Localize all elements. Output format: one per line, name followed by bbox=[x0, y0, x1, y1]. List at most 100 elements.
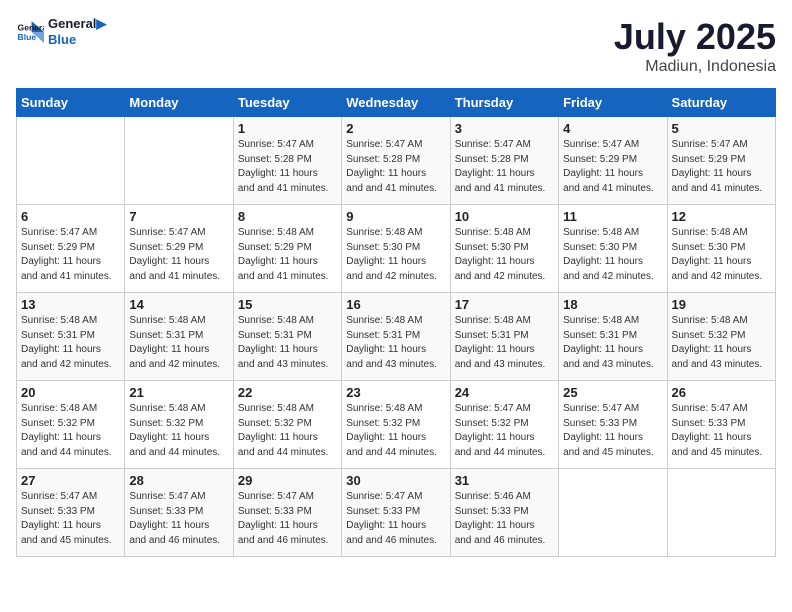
day-info: Sunrise: 5:47 AMSunset: 5:33 PMDaylight:… bbox=[672, 402, 771, 460]
calendar-cell: 6 Sunrise: 5:47 AMSunset: 5:29 PMDaylight… bbox=[17, 205, 125, 293]
calendar-cell: 5 Sunrise: 5:47 AMSunset: 5:29 PMDaylight… bbox=[667, 117, 775, 205]
weekday-header-wednesday: Wednesday bbox=[342, 89, 450, 117]
day-number: 21 bbox=[129, 385, 228, 400]
calendar-cell: 28 Sunrise: 5:47 AMSunset: 5:33 PMDayligh… bbox=[125, 469, 233, 557]
calendar-cell: 20 Sunrise: 5:48 AMSunset: 5:32 PMDayligh… bbox=[17, 381, 125, 469]
calendar-cell: 2 Sunrise: 5:47 AMSunset: 5:28 PMDaylight… bbox=[342, 117, 450, 205]
day-info: Sunrise: 5:47 AMSunset: 5:33 PMDaylight:… bbox=[563, 402, 662, 460]
day-number: 22 bbox=[238, 385, 337, 400]
day-number: 15 bbox=[238, 297, 337, 312]
day-info: Sunrise: 5:47 AMSunset: 5:29 PMDaylight:… bbox=[21, 226, 120, 284]
weekday-header-monday: Monday bbox=[125, 89, 233, 117]
svg-text:Blue: Blue bbox=[18, 31, 37, 41]
calendar-cell: 30 Sunrise: 5:47 AMSunset: 5:33 PMDayligh… bbox=[342, 469, 450, 557]
day-number: 29 bbox=[238, 473, 337, 488]
day-number: 1 bbox=[238, 121, 337, 136]
calendar-cell: 14 Sunrise: 5:48 AMSunset: 5:31 PMDayligh… bbox=[125, 293, 233, 381]
day-info: Sunrise: 5:48 AMSunset: 5:29 PMDaylight:… bbox=[238, 226, 337, 284]
day-info: Sunrise: 5:48 AMSunset: 5:30 PMDaylight:… bbox=[455, 226, 554, 284]
calendar-cell: 18Sunrise: 5:48 AMSunset: 5:31 PMDayligh… bbox=[559, 293, 667, 381]
calendar-table: SundayMondayTuesdayWednesdayThursdayFrid… bbox=[16, 88, 776, 557]
calendar-cell bbox=[17, 117, 125, 205]
calendar-cell: 22 Sunrise: 5:48 AMSunset: 5:32 PMDayligh… bbox=[233, 381, 341, 469]
day-number: 9 bbox=[346, 209, 445, 224]
calendar-cell: 13 Sunrise: 5:48 AMSunset: 5:31 PMDayligh… bbox=[17, 293, 125, 381]
calendar-cell: 19 Sunrise: 5:48 AMSunset: 5:32 PMDayligh… bbox=[667, 293, 775, 381]
day-number: 14 bbox=[129, 297, 228, 312]
day-info: Sunrise: 5:48 AMSunset: 5:31 PMDaylight:… bbox=[129, 314, 228, 372]
calendar-cell: 24Sunrise: 5:47 AMSunset: 5:32 PMDayligh… bbox=[450, 381, 558, 469]
day-info: Sunrise: 5:48 AMSunset: 5:31 PMDaylight:… bbox=[346, 314, 445, 372]
calendar-cell: 31Sunrise: 5:46 AMSunset: 5:33 PMDayligh… bbox=[450, 469, 558, 557]
day-info: Sunrise: 5:47 AMSunset: 5:28 PMDaylight:… bbox=[455, 138, 554, 196]
calendar-cell bbox=[559, 469, 667, 557]
day-number: 25 bbox=[563, 385, 662, 400]
calendar-cell: 26 Sunrise: 5:47 AMSunset: 5:33 PMDayligh… bbox=[667, 381, 775, 469]
calendar-cell: 16 Sunrise: 5:48 AMSunset: 5:31 PMDayligh… bbox=[342, 293, 450, 381]
calendar-cell: 23 Sunrise: 5:48 AMSunset: 5:32 PMDayligh… bbox=[342, 381, 450, 469]
day-number: 24 bbox=[455, 385, 554, 400]
calendar-cell: 25 Sunrise: 5:47 AMSunset: 5:33 PMDayligh… bbox=[559, 381, 667, 469]
day-info: Sunrise: 5:46 AMSunset: 5:33 PMDaylight:… bbox=[455, 490, 554, 548]
calendar-cell: 1 Sunrise: 5:47 AMSunset: 5:28 PMDaylight… bbox=[233, 117, 341, 205]
logo-icon: General Blue bbox=[16, 18, 44, 46]
page-header: General Blue General▶ Blue July 2025 Mad… bbox=[16, 16, 776, 76]
calendar-cell: 11Sunrise: 5:48 AMSunset: 5:30 PMDayligh… bbox=[559, 205, 667, 293]
weekday-header-sunday: Sunday bbox=[17, 89, 125, 117]
day-number: 2 bbox=[346, 121, 445, 136]
calendar-cell: 8 Sunrise: 5:48 AMSunset: 5:29 PMDaylight… bbox=[233, 205, 341, 293]
day-number: 28 bbox=[129, 473, 228, 488]
weekday-header-friday: Friday bbox=[559, 89, 667, 117]
day-info: Sunrise: 5:48 AMSunset: 5:31 PMDaylight:… bbox=[21, 314, 120, 372]
day-info: Sunrise: 5:47 AMSunset: 5:28 PMDaylight:… bbox=[238, 138, 337, 196]
calendar-cell bbox=[125, 117, 233, 205]
day-number: 8 bbox=[238, 209, 337, 224]
day-info: Sunrise: 5:47 AMSunset: 5:29 PMDaylight:… bbox=[563, 138, 662, 196]
calendar-cell bbox=[667, 469, 775, 557]
day-info: Sunrise: 5:47 AMSunset: 5:28 PMDaylight:… bbox=[346, 138, 445, 196]
day-number: 4 bbox=[563, 121, 662, 136]
day-number: 23 bbox=[346, 385, 445, 400]
calendar-cell: 21 Sunrise: 5:48 AMSunset: 5:32 PMDayligh… bbox=[125, 381, 233, 469]
svg-text:General: General bbox=[18, 22, 44, 32]
day-info: Sunrise: 5:48 AMSunset: 5:32 PMDaylight:… bbox=[21, 402, 120, 460]
day-info: Sunrise: 5:47 AMSunset: 5:29 PMDaylight:… bbox=[129, 226, 228, 284]
day-number: 13 bbox=[21, 297, 120, 312]
day-number: 5 bbox=[672, 121, 771, 136]
day-info: Sunrise: 5:48 AMSunset: 5:32 PMDaylight:… bbox=[129, 402, 228, 460]
day-number: 19 bbox=[672, 297, 771, 312]
day-info: Sunrise: 5:47 AMSunset: 5:29 PMDaylight:… bbox=[672, 138, 771, 196]
calendar-cell: 29 Sunrise: 5:47 AMSunset: 5:33 PMDayligh… bbox=[233, 469, 341, 557]
day-info: Sunrise: 5:48 AMSunset: 5:31 PMDaylight:… bbox=[455, 314, 554, 372]
day-number: 6 bbox=[21, 209, 120, 224]
day-number: 17 bbox=[455, 297, 554, 312]
day-info: Sunrise: 5:47 AMSunset: 5:33 PMDaylight:… bbox=[21, 490, 120, 548]
weekday-header-saturday: Saturday bbox=[667, 89, 775, 117]
day-number: 10 bbox=[455, 209, 554, 224]
calendar-cell: 10 Sunrise: 5:48 AMSunset: 5:30 PMDayligh… bbox=[450, 205, 558, 293]
day-info: Sunrise: 5:48 AMSunset: 5:30 PMDaylight:… bbox=[346, 226, 445, 284]
day-number: 30 bbox=[346, 473, 445, 488]
day-number: 20 bbox=[21, 385, 120, 400]
day-info: Sunrise: 5:48 AMSunset: 5:30 PMDaylight:… bbox=[563, 226, 662, 284]
day-number: 18 bbox=[563, 297, 662, 312]
month-year: July 2025 bbox=[614, 16, 776, 58]
calendar-cell: 9 Sunrise: 5:48 AMSunset: 5:30 PMDaylight… bbox=[342, 205, 450, 293]
day-number: 7 bbox=[129, 209, 228, 224]
day-info: Sunrise: 5:47 AMSunset: 5:33 PMDaylight:… bbox=[238, 490, 337, 548]
day-number: 16 bbox=[346, 297, 445, 312]
calendar-cell: 27 Sunrise: 5:47 AMSunset: 5:33 PMDayligh… bbox=[17, 469, 125, 557]
day-number: 3 bbox=[455, 121, 554, 136]
day-info: Sunrise: 5:48 AMSunset: 5:32 PMDaylight:… bbox=[672, 314, 771, 372]
title-block: July 2025 Madiun, Indonesia bbox=[614, 16, 776, 76]
day-number: 26 bbox=[672, 385, 771, 400]
day-info: Sunrise: 5:47 AMSunset: 5:33 PMDaylight:… bbox=[129, 490, 228, 548]
day-info: Sunrise: 5:48 AMSunset: 5:32 PMDaylight:… bbox=[238, 402, 337, 460]
logo-line2: Blue bbox=[48, 32, 106, 48]
calendar-cell: 4 Sunrise: 5:47 AMSunset: 5:29 PMDaylight… bbox=[559, 117, 667, 205]
location: Madiun, Indonesia bbox=[614, 58, 776, 76]
logo: General Blue General▶ Blue bbox=[16, 16, 106, 47]
day-number: 27 bbox=[21, 473, 120, 488]
day-info: Sunrise: 5:47 AMSunset: 5:33 PMDaylight:… bbox=[346, 490, 445, 548]
day-info: Sunrise: 5:48 AMSunset: 5:32 PMDaylight:… bbox=[346, 402, 445, 460]
